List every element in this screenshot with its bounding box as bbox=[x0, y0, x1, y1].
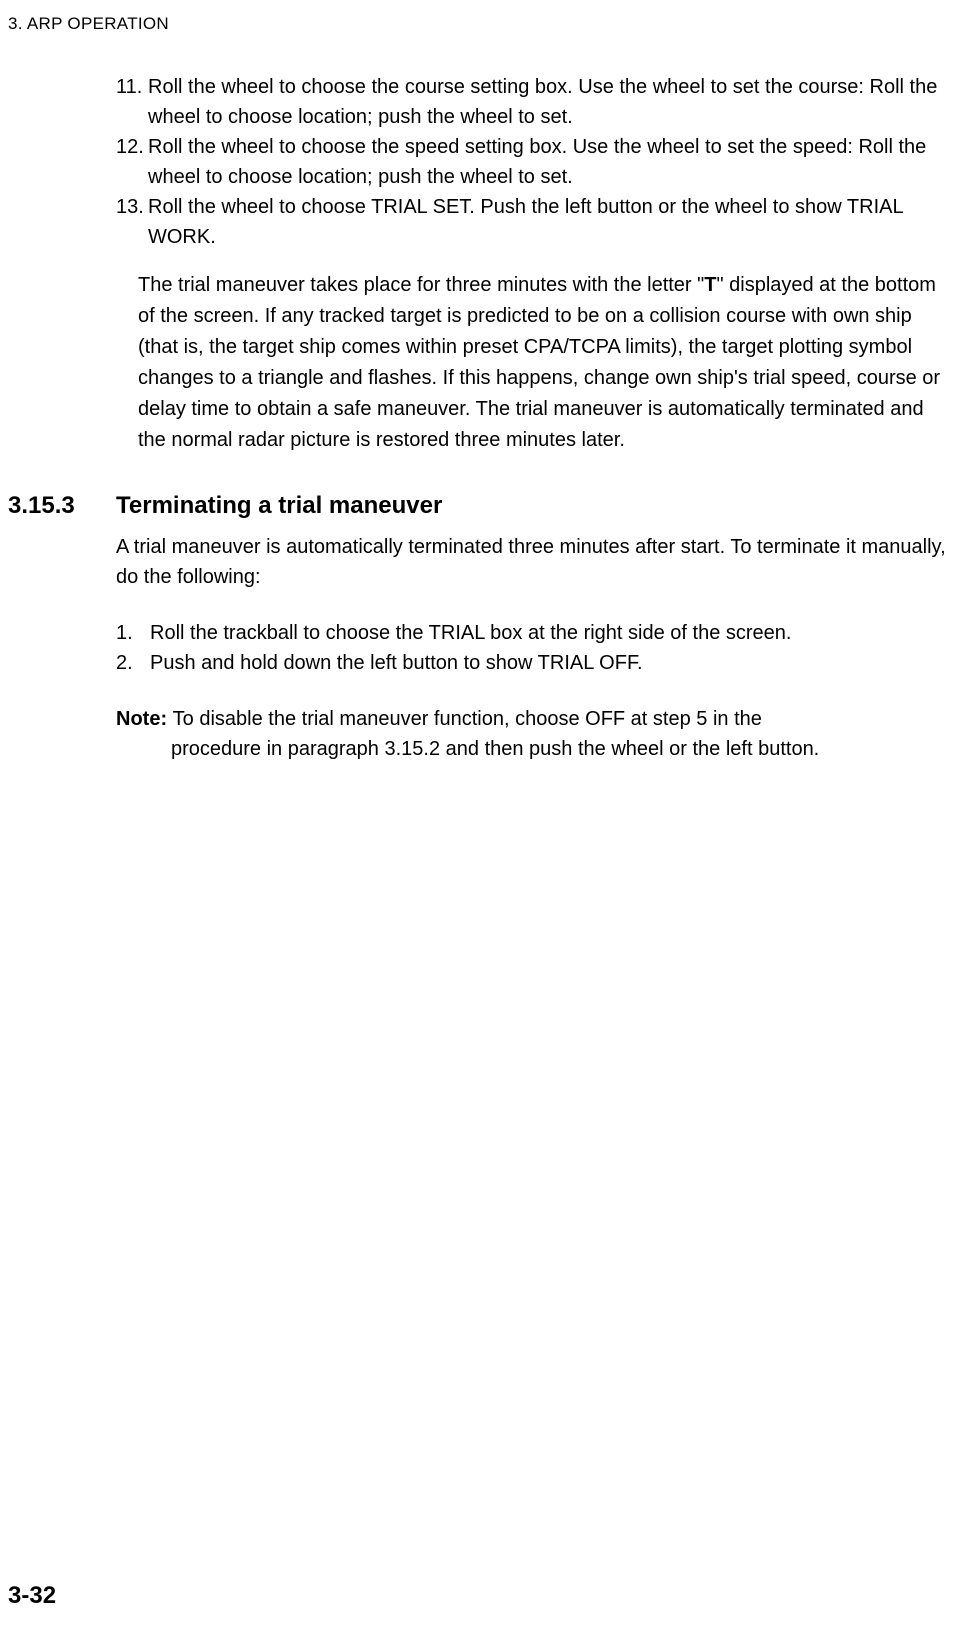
note-line2: procedure in paragraph 3.15.2 and then p… bbox=[116, 734, 954, 764]
section-body: A trial maneuver is automatically termin… bbox=[116, 532, 954, 592]
list-item: 11. Roll the wheel to choose the course … bbox=[116, 72, 954, 132]
list-text: Roll the wheel to choose the speed setti… bbox=[148, 136, 926, 188]
explanation-paragraph: The trial maneuver takes place for three… bbox=[116, 270, 954, 456]
list-number: 11. bbox=[116, 72, 142, 102]
note-line1: To disable the trial maneuver function, … bbox=[173, 708, 762, 730]
section-title: Terminating a trial maneuver bbox=[116, 492, 442, 520]
list-number: 2. bbox=[116, 648, 133, 678]
list-text: Roll the wheel to choose TRIAL SET. Push… bbox=[148, 196, 903, 248]
list-text: Push and hold down the left button to sh… bbox=[150, 652, 643, 674]
list-item: 1. Roll the trackball to choose the TRIA… bbox=[116, 618, 954, 648]
list-number: 13. bbox=[116, 192, 144, 222]
explanation-pre: The trial maneuver takes place for three… bbox=[138, 274, 704, 296]
list-number: 12. bbox=[116, 132, 144, 162]
explanation-bold-letter: T bbox=[704, 274, 716, 296]
continuation-list: 11. Roll the wheel to choose the course … bbox=[116, 72, 954, 252]
steps-list: 1. Roll the trackball to choose the TRIA… bbox=[116, 618, 954, 678]
page-number: 3-32 bbox=[8, 1582, 56, 1610]
note-block: Note: To disable the trial maneuver func… bbox=[116, 704, 954, 764]
list-item: 13. Roll the wheel to choose TRIAL SET. … bbox=[116, 192, 954, 252]
section-heading: 3.15.3 Terminating a trial maneuver bbox=[0, 492, 954, 520]
list-text: Roll the wheel to choose the course sett… bbox=[148, 76, 937, 128]
explanation-post: " displayed at the bottom of the screen.… bbox=[138, 274, 940, 451]
main-content: 11. Roll the wheel to choose the course … bbox=[0, 34, 964, 764]
list-number: 1. bbox=[116, 618, 133, 648]
section-number: 3.15.3 bbox=[0, 492, 116, 520]
list-text: Roll the trackball to choose the TRIAL b… bbox=[150, 622, 791, 644]
note-label: Note: bbox=[116, 708, 173, 730]
list-item: 2. Push and hold down the left button to… bbox=[116, 648, 954, 678]
list-item: 12. Roll the wheel to choose the speed s… bbox=[116, 132, 954, 192]
page-header: 3. ARP OPERATION bbox=[0, 0, 964, 34]
